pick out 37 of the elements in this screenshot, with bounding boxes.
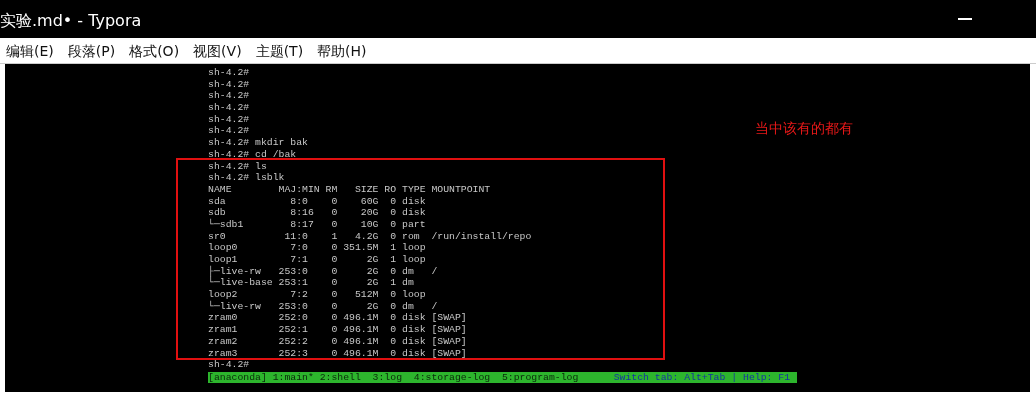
terminal-line: └─sdb1 8:17 0 10G 0 part bbox=[208, 218, 426, 230]
terminal-line: NAME MAJ:MIN RM SIZE RO TYPE MOUNTPOINT bbox=[208, 183, 491, 195]
menu-item[interactable]: 编辑(E) bbox=[0, 38, 62, 63]
terminal-line: zram1 252:1 0 496.1M 0 disk [SWAP] bbox=[208, 324, 467, 336]
terminal-line: zram0 252:0 0 496.1M 0 disk [SWAP] bbox=[208, 312, 467, 324]
annotation-text: 当中该有的都有 bbox=[755, 119, 853, 138]
terminal-line: sdb 8:16 0 20G 0 disk bbox=[208, 207, 426, 219]
minimize-button[interactable] bbox=[958, 18, 972, 20]
terminal-line: loop1 7:1 0 2G 1 loop bbox=[208, 254, 426, 265]
window-title: 实验.md• - Typora bbox=[0, 10, 142, 32]
terminal-line: sda 8:0 0 60G 0 disk bbox=[208, 195, 426, 207]
terminal-line: sh-4.2# lsblk bbox=[208, 172, 285, 184]
menu-item[interactable]: 格式(O) bbox=[123, 38, 188, 63]
status-help: Switch tab: Alt+Tab | Help: F1 bbox=[613, 371, 791, 383]
terminal-line: sh-4.2# bbox=[208, 78, 250, 90]
terminal-line: sh-4.2# bbox=[208, 113, 250, 125]
terminal-line: loop0 7:0 0 351.5M 1 loop bbox=[208, 242, 426, 254]
terminal-line: sh-4.2# bbox=[208, 67, 250, 78]
menu-item[interactable]: 帮助(H) bbox=[311, 38, 375, 63]
terminal-line: ├─live-rw 253:0 0 2G 0 dm / bbox=[208, 265, 438, 277]
terminal-line: loop2 7:2 0 512M 0 loop bbox=[208, 289, 426, 301]
terminal-line: zram3 252:3 0 496.1M 0 disk [SWAP] bbox=[208, 347, 467, 359]
terminal-line: sh-4.2# bbox=[208, 102, 250, 114]
terminal-line: sr0 11:0 1 4.2G 0 rom /run/install/repo bbox=[208, 230, 532, 242]
terminal-line: sh-4.2# cd /bak bbox=[208, 148, 297, 160]
menu-item[interactable]: 主题(T) bbox=[249, 38, 312, 63]
status-tabs: [anaconda] 1:main* 2:shell 3:log 4:storage-log 5:program-log bbox=[208, 371, 579, 383]
terminal-line: sh-4.2# bbox=[208, 125, 250, 137]
terminal-line: sh-4.2# ls bbox=[208, 160, 267, 172]
terminal-line: sh-4.2# bbox=[208, 359, 250, 371]
terminal-line: sh-4.2# bbox=[208, 90, 250, 102]
menu-item[interactable]: 段落(P) bbox=[61, 38, 124, 63]
terminal-line: └─live-rw 253:0 0 2G 0 dm / bbox=[208, 300, 438, 312]
terminal-line: zram2 252:2 0 496.1M 0 disk [SWAP] bbox=[208, 335, 467, 347]
menu-item[interactable]: 视图(V) bbox=[187, 38, 250, 63]
terminal-line: └─live-base 253:1 0 2G 1 dm bbox=[208, 277, 414, 289]
terminal-line: sh-4.2# mkdir bak bbox=[208, 137, 308, 149]
